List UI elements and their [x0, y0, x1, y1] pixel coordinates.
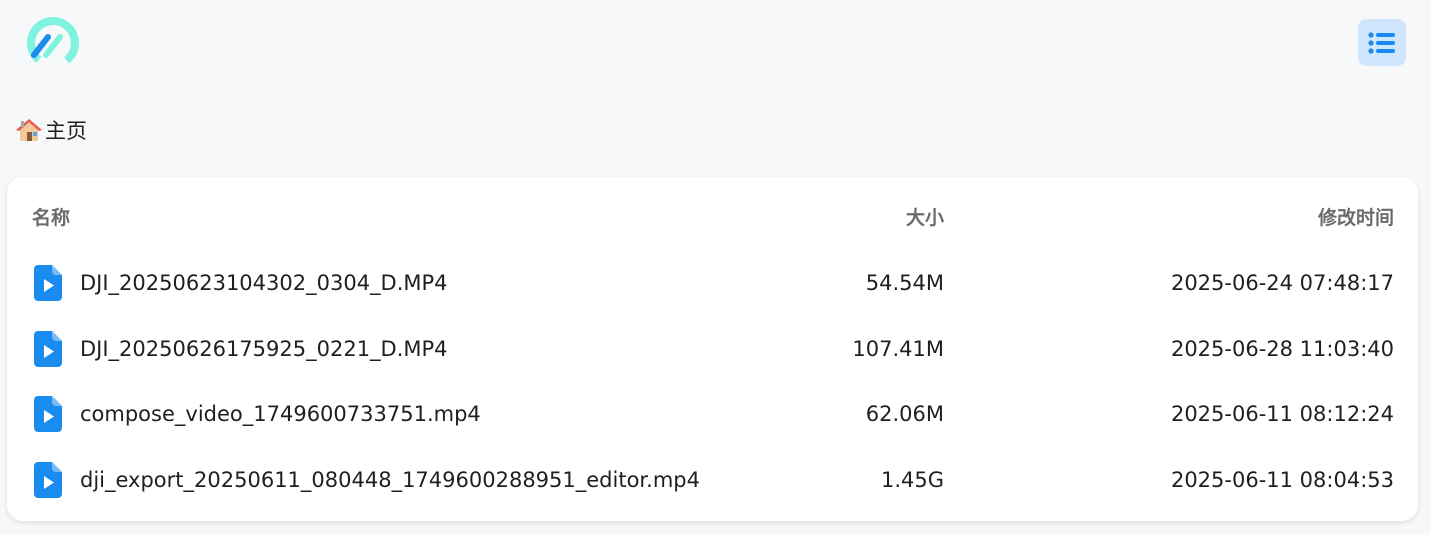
column-header-modified[interactable]: 修改时间	[1318, 203, 1394, 230]
house-icon	[16, 119, 42, 141]
breadcrumb[interactable]: 主页	[16, 114, 87, 146]
file-size: 107.41M	[852, 337, 944, 361]
file-name: DJI_20250623104302_0304_D.MP4	[80, 271, 448, 295]
file-name: dji_export_20250611_080448_1749600288951…	[80, 468, 700, 492]
file-name: compose_video_1749600733751.mp4	[80, 402, 481, 426]
column-header-name[interactable]: 名称	[32, 203, 70, 230]
menu-button[interactable]	[1358, 19, 1406, 66]
column-header-size[interactable]: 大小	[906, 203, 944, 230]
file-size: 54.54M	[865, 271, 944, 295]
video-file-icon	[34, 265, 62, 301]
video-file-icon	[34, 462, 62, 498]
video-file-icon	[34, 331, 62, 367]
video-file-icon	[34, 396, 62, 432]
file-modified: 2025-06-11 08:04:53	[1170, 468, 1394, 492]
table-row[interactable]: DJI_20250623104302_0304_D.MP4 54.54M 202…	[7, 250, 1418, 316]
top-bar	[0, 0, 1431, 88]
table-row[interactable]: compose_video_1749600733751.mp4 62.06M 2…	[7, 381, 1418, 447]
table-header: 名称 大小 修改时间	[7, 184, 1418, 248]
table-row[interactable]: dji_export_20250611_080448_1749600288951…	[7, 447, 1418, 513]
app-logo-icon[interactable]	[24, 15, 80, 71]
file-modified: 2025-06-28 11:03:40	[1170, 337, 1394, 361]
file-modified: 2025-06-24 07:48:17	[1170, 271, 1394, 295]
table-row[interactable]: DJI_20250626175925_0221_D.MP4 107.41M 20…	[7, 316, 1418, 382]
file-size: 62.06M	[865, 402, 944, 426]
file-modified: 2025-06-11 08:12:24	[1170, 402, 1394, 426]
file-name: DJI_20250626175925_0221_D.MP4	[80, 337, 448, 361]
file-size: 1.45G	[880, 468, 944, 492]
file-table: 名称 大小 修改时间 DJI_20250623104302_0304_D.MP4…	[7, 177, 1418, 521]
list-icon	[1368, 31, 1395, 54]
breadcrumb-home-label: 主页	[45, 119, 87, 143]
